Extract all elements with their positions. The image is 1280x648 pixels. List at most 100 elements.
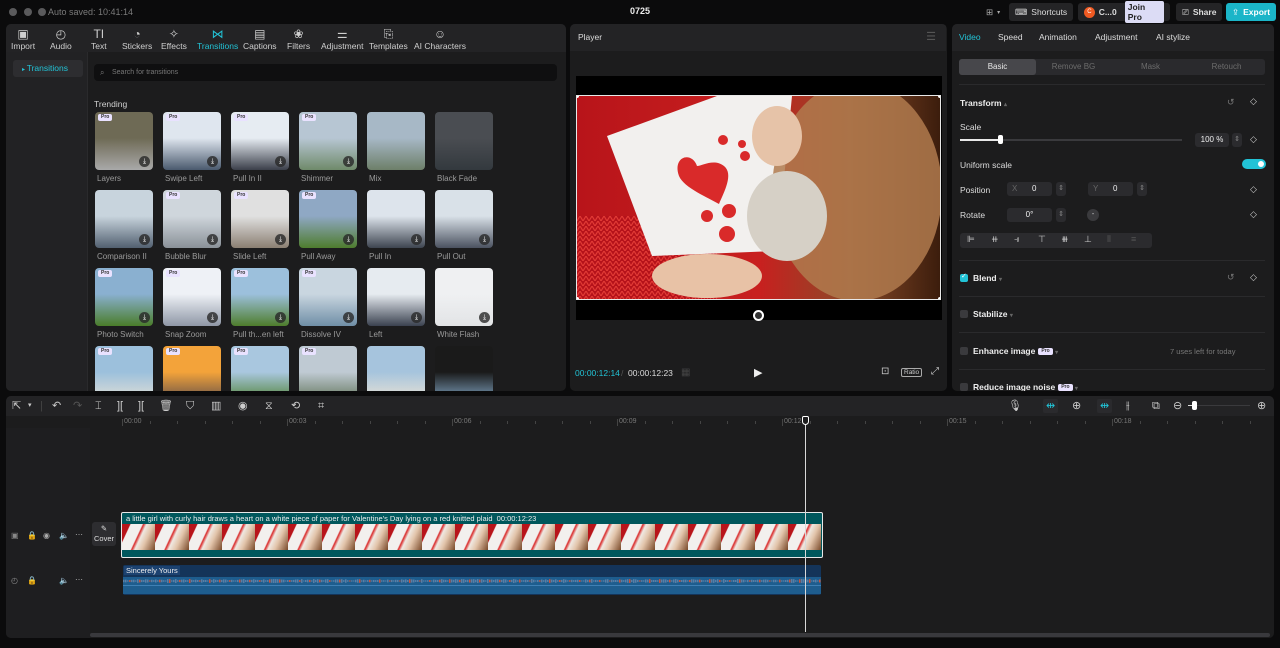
- rotate-handle[interactable]: [753, 310, 764, 321]
- fullscreen-icon[interactable]: ⤢: [931, 366, 939, 377]
- close-window-button[interactable]: [9, 8, 17, 16]
- transition-tile[interactable]: [367, 112, 425, 170]
- tab-adjustment[interactable]: Adjustment: [1095, 32, 1138, 42]
- rotate-input[interactable]: 0°: [1007, 208, 1052, 222]
- download-icon[interactable]: ⤓: [275, 312, 286, 323]
- ratio-button[interactable]: Ratio: [901, 368, 923, 377]
- tab-captions[interactable]: ▤ Captions: [243, 27, 277, 51]
- transition-tile[interactable]: [435, 112, 493, 170]
- play-button[interactable]: ▶: [754, 366, 762, 379]
- transition-tile[interactable]: ⤓: [435, 268, 493, 326]
- transition-tile[interactable]: ⤓: [435, 190, 493, 248]
- transition-tile[interactable]: Pro ⤓: [163, 190, 221, 248]
- scale-slider-handle[interactable]: [997, 135, 1003, 144]
- account-button[interactable]: C C...0 Join Pro: [1078, 1, 1170, 23]
- download-icon[interactable]: ⤓: [411, 312, 422, 323]
- keyframe-icon[interactable]: ◇: [1250, 272, 1257, 283]
- undo-icon[interactable]: ↶: [52, 399, 61, 413]
- join-pro-button[interactable]: Join Pro: [1124, 1, 1164, 23]
- download-icon[interactable]: ⤓: [411, 234, 422, 245]
- playhead[interactable]: [805, 416, 806, 632]
- search-input[interactable]: ⌕ Search for transitions: [94, 64, 557, 81]
- share-button[interactable]: ⎚ Share: [1176, 3, 1223, 21]
- align-top-icon[interactable]: ⊤: [1038, 234, 1046, 245]
- position-x-stepper[interactable]: ⇕: [1056, 182, 1066, 196]
- more-icon[interactable]: ⋯: [75, 530, 83, 539]
- transition-tile[interactable]: Pro: [95, 346, 153, 391]
- align-left-icon[interactable]: ⊫: [967, 234, 975, 245]
- transition-tile[interactable]: Pro: [231, 346, 289, 391]
- keyframe-icon[interactable]: ◇: [1250, 209, 1257, 220]
- scale-stepper[interactable]: ⇕: [1232, 133, 1242, 147]
- menu-icon[interactable]: ☰: [926, 30, 936, 43]
- mirror-icon[interactable]: ⧖: [265, 399, 273, 413]
- tab-templates[interactable]: ⎘ Templates: [369, 27, 408, 51]
- zoom-slider-handle[interactable]: [1192, 401, 1198, 410]
- timeline-scrollbar[interactable]: [90, 633, 1270, 637]
- preview-axis-icon[interactable]: ⫲: [1126, 399, 1130, 413]
- maximize-window-button[interactable]: [38, 8, 46, 16]
- resize-handle[interactable]: [938, 297, 940, 299]
- align-center-v-icon[interactable]: ⧻: [1061, 234, 1069, 245]
- tab-text[interactable]: TI Text: [91, 27, 107, 51]
- transition-tile[interactable]: Pro ⤓: [231, 268, 289, 326]
- lock-icon[interactable]: 🔒: [27, 576, 37, 585]
- rotate-stepper[interactable]: ⇕: [1056, 208, 1066, 222]
- download-icon[interactable]: ⤓: [139, 156, 150, 167]
- subtab-remove-bg[interactable]: Remove BG: [1035, 59, 1112, 75]
- position-y-input[interactable]: Y0: [1088, 182, 1133, 196]
- download-icon[interactable]: ⤓: [343, 234, 354, 245]
- enhance-image-checkbox[interactable]: [960, 347, 968, 355]
- transition-tile[interactable]: Pro ⤓: [95, 268, 153, 326]
- subtab-mask[interactable]: Mask: [1112, 59, 1189, 75]
- tab-filters[interactable]: ❀ Filters: [287, 27, 310, 51]
- align-bottom-icon[interactable]: ⊥: [1084, 234, 1092, 245]
- crop-icon[interactable]: ⌗: [318, 399, 324, 413]
- audio-mute-icon[interactable]: 🔈: [59, 576, 69, 585]
- transition-tile[interactable]: Pro ⤓: [299, 112, 357, 170]
- tab-adjustment[interactable]: ⚌ Adjustment: [321, 27, 364, 51]
- transform-heading[interactable]: Transform ▴: [960, 98, 1007, 108]
- select-tool-icon[interactable]: ⇱: [12, 399, 21, 413]
- resize-handle[interactable]: [938, 96, 940, 98]
- download-icon[interactable]: ⤓: [343, 156, 354, 167]
- main-track-magnet-toggle[interactable]: ⇹: [1097, 399, 1113, 413]
- stabilize-checkbox[interactable]: [960, 310, 968, 318]
- keyframe-icon[interactable]: ◇: [1250, 134, 1257, 145]
- blend-checkbox[interactable]: ✓: [960, 273, 968, 282]
- tab-transitions[interactable]: ⋈ Transitions: [197, 27, 238, 51]
- delete-icon[interactable]: 🗑: [159, 399, 173, 413]
- tab-video[interactable]: Video: [959, 32, 981, 42]
- more-icon[interactable]: ⋯: [75, 575, 83, 584]
- position-x-input[interactable]: X0: [1007, 182, 1052, 196]
- fit-timeline-icon[interactable]: ⧉: [1152, 399, 1160, 413]
- scale-slider[interactable]: [960, 135, 1182, 144]
- uniform-scale-toggle[interactable]: [1242, 159, 1266, 169]
- download-icon[interactable]: ⤓: [207, 156, 218, 167]
- microphone-icon[interactable]: 🎙: [1008, 399, 1022, 413]
- transition-tile[interactable]: [367, 346, 425, 391]
- distribute-h-icon[interactable]: ⦀: [1107, 234, 1111, 245]
- keyframe-icon[interactable]: ◇: [1250, 96, 1257, 107]
- layout-button[interactable]: ⊞ ▾: [980, 3, 1006, 21]
- video-frame[interactable]: [576, 95, 941, 300]
- transition-tile[interactable]: Pro: [299, 346, 357, 391]
- cover-button[interactable]: ✎ Cover: [92, 522, 116, 546]
- transition-tile[interactable]: Pro ⤓: [299, 268, 357, 326]
- marker-icon[interactable]: ⛉: [186, 399, 194, 413]
- transition-tile[interactable]: ⤓: [367, 268, 425, 326]
- tab-ai-characters[interactable]: ☺ AI Characters: [414, 27, 466, 51]
- align-right-icon[interactable]: ⫣: [1014, 234, 1019, 245]
- stabilize-heading[interactable]: Stabilize ▾: [973, 309, 1013, 319]
- transition-tile[interactable]: Pro: [163, 346, 221, 391]
- auto-snap-toggle[interactable]: ⇹: [1043, 399, 1059, 413]
- tab-ai-stylize[interactable]: AI stylize: [1156, 32, 1190, 42]
- timeline-zoom-slider[interactable]: [1188, 401, 1250, 410]
- freeze-frame-icon[interactable]: ▥: [211, 399, 221, 413]
- tab-import[interactable]: ▣ Import: [11, 27, 35, 51]
- transition-tile[interactable]: Pro ⤓: [231, 112, 289, 170]
- split-icon[interactable]: ⌶: [95, 399, 102, 413]
- transition-tile[interactable]: ⤓: [95, 190, 153, 248]
- rotate-icon[interactable]: ⟲: [291, 399, 300, 413]
- tab-animation[interactable]: Animation: [1039, 32, 1077, 42]
